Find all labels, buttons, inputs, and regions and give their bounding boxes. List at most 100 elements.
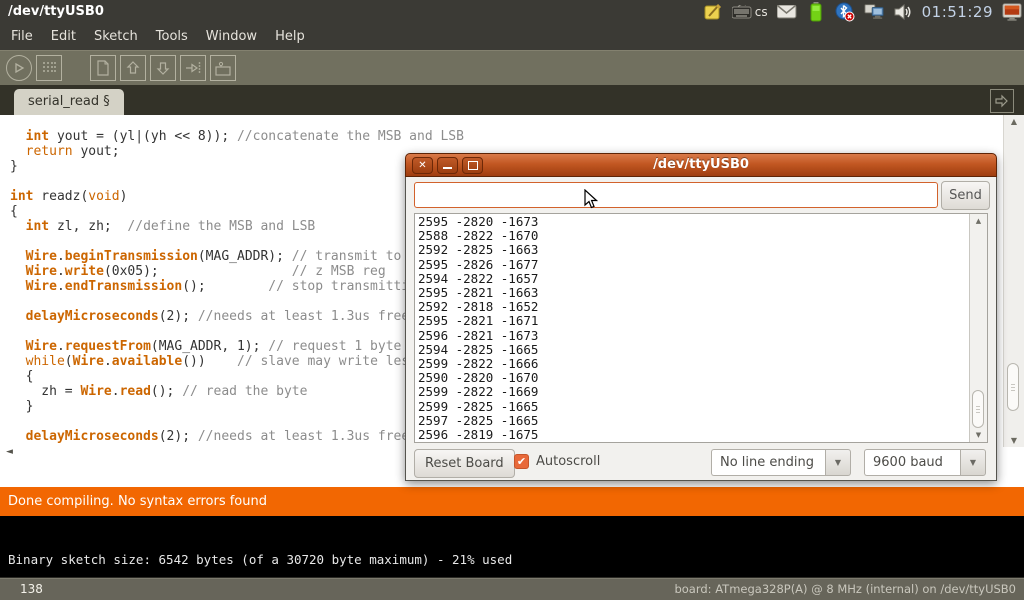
serial-row: 2599 -2825 -1665 bbox=[418, 400, 538, 414]
line-ending-value: No line ending bbox=[711, 449, 825, 476]
keyboard-layout-indicator[interactable]: cs bbox=[732, 2, 768, 22]
serial-row: 2599 -2822 -1669 bbox=[418, 385, 538, 399]
serial-monitor-title: /dev/ttyUSB0 bbox=[406, 154, 996, 176]
battery-icon[interactable] bbox=[806, 2, 826, 22]
serial-monitor-button[interactable] bbox=[210, 55, 236, 81]
notes-icon[interactable] bbox=[703, 2, 723, 22]
scroll-down-icon[interactable]: ▼ bbox=[1004, 436, 1024, 445]
serial-input[interactable] bbox=[414, 182, 938, 208]
network-icon[interactable] bbox=[864, 2, 884, 22]
open-sketch-button[interactable] bbox=[120, 55, 146, 81]
chevron-down-icon[interactable]: ▼ bbox=[960, 449, 986, 476]
menu-file[interactable]: File bbox=[2, 24, 42, 50]
code-line: { bbox=[10, 204, 464, 219]
new-sketch-button[interactable] bbox=[90, 55, 116, 81]
serial-monitor-window: ✕ /dev/ttyUSB0 Send 2595 -2820 -16732588… bbox=[405, 153, 997, 481]
scroll-up-icon[interactable]: ▲ bbox=[1004, 117, 1024, 126]
autoscroll-label: Autoscroll bbox=[536, 454, 600, 469]
menu-help[interactable]: Help bbox=[266, 24, 314, 50]
scroll-down-icon[interactable]: ▼ bbox=[970, 431, 987, 439]
line-ending-select[interactable]: No line ending ▼ bbox=[711, 449, 851, 476]
baud-rate-select[interactable]: 9600 baud ▼ bbox=[864, 449, 986, 476]
serial-vscrollbar[interactable]: ▲ ▼ bbox=[969, 214, 987, 442]
autoscroll-checkbox[interactable]: ✔ bbox=[514, 454, 529, 469]
session-icon[interactable] bbox=[1002, 2, 1022, 22]
minimize-icon bbox=[443, 167, 452, 169]
code-area[interactable]: int yout = (yl|(yh << 8)); //concatenate… bbox=[10, 129, 464, 444]
footer-status-bar: 138 board: ATmega328P(A) @ 8 MHz (intern… bbox=[0, 577, 1024, 600]
code-line: zh = Wire.read(); // read the byte bbox=[10, 384, 464, 399]
code-line: delayMicroseconds(2); //needs at least 1… bbox=[10, 309, 464, 324]
serial-rows: 2595 -2820 -16732588 -2822 -16702592 -28… bbox=[418, 215, 538, 442]
menu-window[interactable]: Window bbox=[197, 24, 266, 50]
maximize-button[interactable] bbox=[462, 157, 483, 174]
window-buttons: ✕ bbox=[412, 157, 483, 174]
menubar: FileEditSketchToolsWindowHelp bbox=[0, 24, 1024, 50]
serial-scroll-thumb[interactable] bbox=[972, 390, 984, 428]
status-bar: Done compiling. No syntax errors found bbox=[0, 487, 1024, 516]
serial-row: 2592 -2818 -1652 bbox=[418, 300, 538, 314]
bluetooth-icon[interactable] bbox=[835, 2, 855, 22]
board-info: board: ATmega328P(A) @ 8 MHz (internal) … bbox=[674, 578, 1016, 600]
serial-row: 2599 -2822 -1666 bbox=[418, 357, 538, 371]
code-line: { bbox=[10, 369, 464, 384]
toolbar bbox=[0, 50, 1024, 85]
screen: /dev/ttyUSB0 cs bbox=[0, 0, 1024, 600]
stop-button[interactable] bbox=[36, 55, 62, 81]
code-line: while(Wire.available()) // slave may wri… bbox=[10, 354, 464, 369]
serial-row: 2595 -2821 -1671 bbox=[418, 314, 538, 328]
code-line bbox=[10, 414, 464, 429]
send-button[interactable]: Send bbox=[941, 181, 990, 210]
close-button[interactable]: ✕ bbox=[412, 157, 433, 174]
maximize-icon bbox=[468, 161, 478, 170]
close-icon: ✕ bbox=[418, 160, 426, 171]
code-line: return yout; bbox=[10, 144, 464, 159]
active-window-title: /dev/ttyUSB0 bbox=[8, 0, 104, 24]
menu-tools[interactable]: Tools bbox=[147, 24, 197, 50]
menu-sketch[interactable]: Sketch bbox=[85, 24, 147, 50]
tab-menu-button[interactable] bbox=[990, 89, 1014, 113]
tab-bar: serial_read § bbox=[0, 85, 1024, 115]
keyboard-layout-label: cs bbox=[755, 5, 768, 19]
code-line: Wire.endTransmission(); // stop transmit… bbox=[10, 279, 464, 294]
minimize-button[interactable] bbox=[437, 157, 458, 174]
reset-board-button[interactable]: Reset Board bbox=[414, 449, 515, 478]
upload-button[interactable] bbox=[180, 55, 206, 81]
code-line bbox=[10, 174, 464, 189]
scroll-up-icon[interactable]: ▲ bbox=[970, 217, 987, 225]
editor-scroll-thumb[interactable] bbox=[1007, 363, 1019, 411]
chevron-down-icon[interactable]: ▼ bbox=[825, 449, 851, 476]
serial-monitor-body: Send 2595 -2820 -16732588 -2822 -1670259… bbox=[405, 177, 997, 481]
code-line: int zl, zh; //define the MSB and LSB bbox=[10, 219, 464, 234]
code-line: } bbox=[10, 399, 464, 414]
serial-monitor-titlebar[interactable]: ✕ /dev/ttyUSB0 bbox=[405, 153, 997, 177]
tab-serial-read[interactable]: serial_read § bbox=[14, 89, 124, 115]
code-line: } bbox=[10, 159, 464, 174]
clock[interactable]: 01:51:29 bbox=[922, 3, 993, 21]
hscroll-left-arrow[interactable]: ◄ bbox=[6, 447, 13, 457]
volume-icon[interactable] bbox=[893, 2, 913, 22]
menu-edit[interactable]: Edit bbox=[42, 24, 85, 50]
top-panel: /dev/ttyUSB0 cs bbox=[0, 0, 1024, 24]
mail-icon[interactable] bbox=[777, 2, 797, 22]
editor-vscrollbar[interactable]: ▲ ▼ bbox=[1003, 115, 1024, 447]
code-line: int readz(void) bbox=[10, 189, 464, 204]
serial-row: 2597 -2825 -1665 bbox=[418, 414, 538, 428]
console-output: Binary sketch size: 6542 bytes (of a 307… bbox=[8, 552, 512, 567]
code-line bbox=[10, 324, 464, 339]
mouse-cursor-icon bbox=[584, 189, 598, 210]
serial-row: 2594 -2822 -1657 bbox=[418, 272, 538, 286]
cursor-line-number: 138 bbox=[20, 578, 43, 600]
serial-row: 2588 -2822 -1670 bbox=[418, 229, 538, 243]
serial-row: 2595 -2826 -1677 bbox=[418, 258, 538, 272]
serial-row: 2595 -2821 -1663 bbox=[418, 286, 538, 300]
save-sketch-button[interactable] bbox=[150, 55, 176, 81]
code-line: Wire.beginTransmission(MAG_ADDR); // tra… bbox=[10, 249, 464, 264]
code-line: Wire.requestFrom(MAG_ADDR, 1); // reques… bbox=[10, 339, 464, 354]
serial-row: 2590 -2820 -1670 bbox=[418, 371, 538, 385]
code-line bbox=[10, 294, 464, 309]
status-message: Done compiling. No syntax errors found bbox=[0, 487, 1024, 516]
verify-button[interactable] bbox=[6, 55, 32, 81]
code-line: int yout = (yl|(yh << 8)); //concatenate… bbox=[10, 129, 464, 144]
serial-output[interactable]: 2595 -2820 -16732588 -2822 -16702592 -28… bbox=[414, 213, 988, 443]
